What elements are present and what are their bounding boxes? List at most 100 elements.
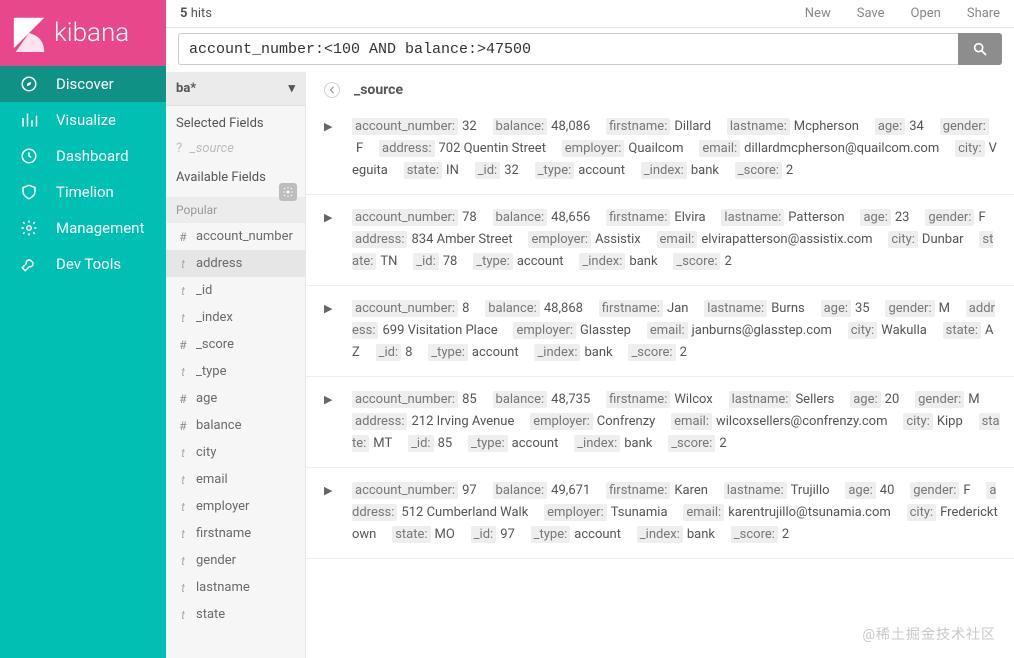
field-type-icon: # (176, 419, 190, 433)
field-_score[interactable]: # _score (166, 331, 305, 358)
document-source: account_number:85 balance:48,735 firstna… (352, 389, 1000, 455)
content: ba* ▾ Selected Fields ? _source Availabl… (166, 72, 1014, 658)
search-button[interactable] (958, 33, 1002, 65)
field-_index[interactable]: t _index (166, 304, 305, 331)
field-lastname[interactable]: tlastname (166, 574, 305, 601)
document-source: account_number:97 balance:49,671 firstna… (352, 480, 1000, 546)
top-link-new[interactable]: New (805, 6, 831, 21)
query-input[interactable] (178, 33, 958, 65)
document-row: ▶ account_number:32 balance:48,086 firstn… (306, 104, 1014, 195)
document-area: _source ▶ account_number:32 balance:48,08… (306, 72, 1014, 658)
field-name: city (196, 445, 216, 460)
field-age[interactable]: # age (166, 385, 305, 412)
popular-label: Popular (166, 197, 305, 223)
document-row: ▶ account_number:78 balance:48,656 firstn… (306, 195, 1014, 286)
main-area: 5 hits NewSaveOpenShare ba* ▾ Selected F… (166, 0, 1014, 658)
field-name: firstname (196, 526, 251, 541)
field-account_number[interactable]: #account_number (166, 223, 305, 250)
field-type-icon: t (176, 554, 190, 568)
brand: kibana (0, 0, 166, 66)
field-type-icon: # (176, 338, 190, 352)
field-settings-button[interactable] (279, 183, 297, 201)
document-source: account_number:78 balance:48,656 firstna… (352, 207, 1000, 273)
field-type-icon: t (176, 446, 190, 460)
field-type-icon: t (176, 608, 190, 622)
field-firstname[interactable]: t firstname (166, 520, 305, 547)
field-type-icon: t (176, 284, 190, 298)
top-link-save[interactable]: Save (857, 6, 885, 21)
top-link-open[interactable]: Open (911, 6, 941, 21)
field-sidebar: ba* ▾ Selected Fields ? _source Availabl… (166, 72, 306, 658)
nav-label: Dev Tools (56, 255, 121, 273)
compass-icon (18, 73, 40, 95)
field-type-icon: t (176, 311, 190, 325)
document-source: account_number:8 balance:48,868 firstnam… (352, 298, 1000, 364)
selected-fields-label: Selected Fields (166, 106, 305, 137)
field-employer[interactable]: t employer (166, 493, 305, 520)
field-type-icon: t (176, 500, 190, 514)
nav-label: Visualize (56, 111, 116, 129)
expand-doc-button[interactable]: ▶ (324, 211, 334, 273)
barchart-icon (18, 109, 40, 131)
field-name: _score (196, 337, 234, 352)
field-city[interactable]: tcity (166, 439, 305, 466)
field-gender[interactable]: tgender (166, 547, 305, 574)
query-bar (166, 28, 1014, 72)
field-balance[interactable]: # balance (166, 412, 305, 439)
field-name: _type (196, 364, 226, 379)
field-name: email (196, 472, 228, 487)
field-type-icon: t (176, 365, 190, 379)
gear-icon (18, 217, 40, 239)
question-icon: ? (176, 141, 182, 156)
source-column-label: _source (354, 82, 403, 98)
top-links: New Save Open Share (805, 6, 1000, 21)
field-name: state (196, 607, 225, 622)
chevron-down-icon: ▾ (288, 81, 295, 96)
nav-item-timelion[interactable]: Timelion (0, 174, 166, 210)
field-email[interactable]: temail (166, 466, 305, 493)
nav-label: Dashboard (56, 147, 129, 165)
expand-doc-button[interactable]: ▶ (324, 120, 334, 182)
search-icon (972, 41, 988, 57)
field-name: lastname (196, 580, 250, 595)
field-_id[interactable]: t _id (166, 277, 305, 304)
field-_type[interactable]: t _type (166, 358, 305, 385)
index-pattern-selector[interactable]: ba* ▾ (166, 72, 305, 106)
field-name: balance (196, 418, 241, 433)
field-type-icon: # (176, 392, 190, 406)
field-name: address (196, 256, 242, 271)
nav-label: Discover (56, 75, 114, 93)
field-name: _id (196, 283, 212, 298)
field-type-icon: t (176, 473, 190, 487)
field-name: gender (196, 553, 236, 568)
expand-doc-button[interactable]: ▶ (324, 484, 334, 546)
gear-icon (282, 186, 294, 198)
nav-item-visualize[interactable]: Visualize (0, 102, 166, 138)
document-source: account_number:32 balance:48,086 firstna… (352, 116, 1000, 182)
nav-item-dashboard[interactable]: Dashboard (0, 138, 166, 174)
left-nav: kibana Discover Visualize Dashboard Timelio… (0, 0, 166, 658)
expand-doc-button[interactable]: ▶ (324, 302, 334, 364)
brand-name: kibana (54, 18, 129, 48)
nav-item-management[interactable]: Management (0, 210, 166, 246)
field-type-icon: t (176, 527, 190, 541)
field-address[interactable]: taddress (166, 250, 305, 277)
nav-label: Management (56, 219, 144, 237)
field-name: age (196, 391, 217, 406)
kibana-logo-icon (10, 14, 48, 52)
nav-item-devtools[interactable]: Dev Tools (0, 246, 166, 282)
top-link-share[interactable]: Share (967, 6, 1000, 21)
watermark: @稀土掘金技术社区 (862, 624, 996, 644)
field-name: _index (196, 310, 233, 325)
document-row: ▶ account_number:8 balance:48,868 firstna… (306, 286, 1014, 377)
shield-icon (18, 181, 40, 203)
field-name: employer (196, 499, 249, 514)
selected-source-field[interactable]: ? _source (166, 137, 305, 160)
topbar: 5 hits NewSaveOpenShare (166, 0, 1014, 28)
nav-item-discover[interactable]: Discover (0, 66, 166, 102)
field-state[interactable]: tstate (166, 601, 305, 628)
expand-doc-button[interactable]: ▶ (324, 393, 334, 455)
source-header-row: _source (306, 72, 1014, 98)
collapse-sidebar-button[interactable] (324, 82, 340, 98)
wrench-icon (18, 253, 40, 275)
